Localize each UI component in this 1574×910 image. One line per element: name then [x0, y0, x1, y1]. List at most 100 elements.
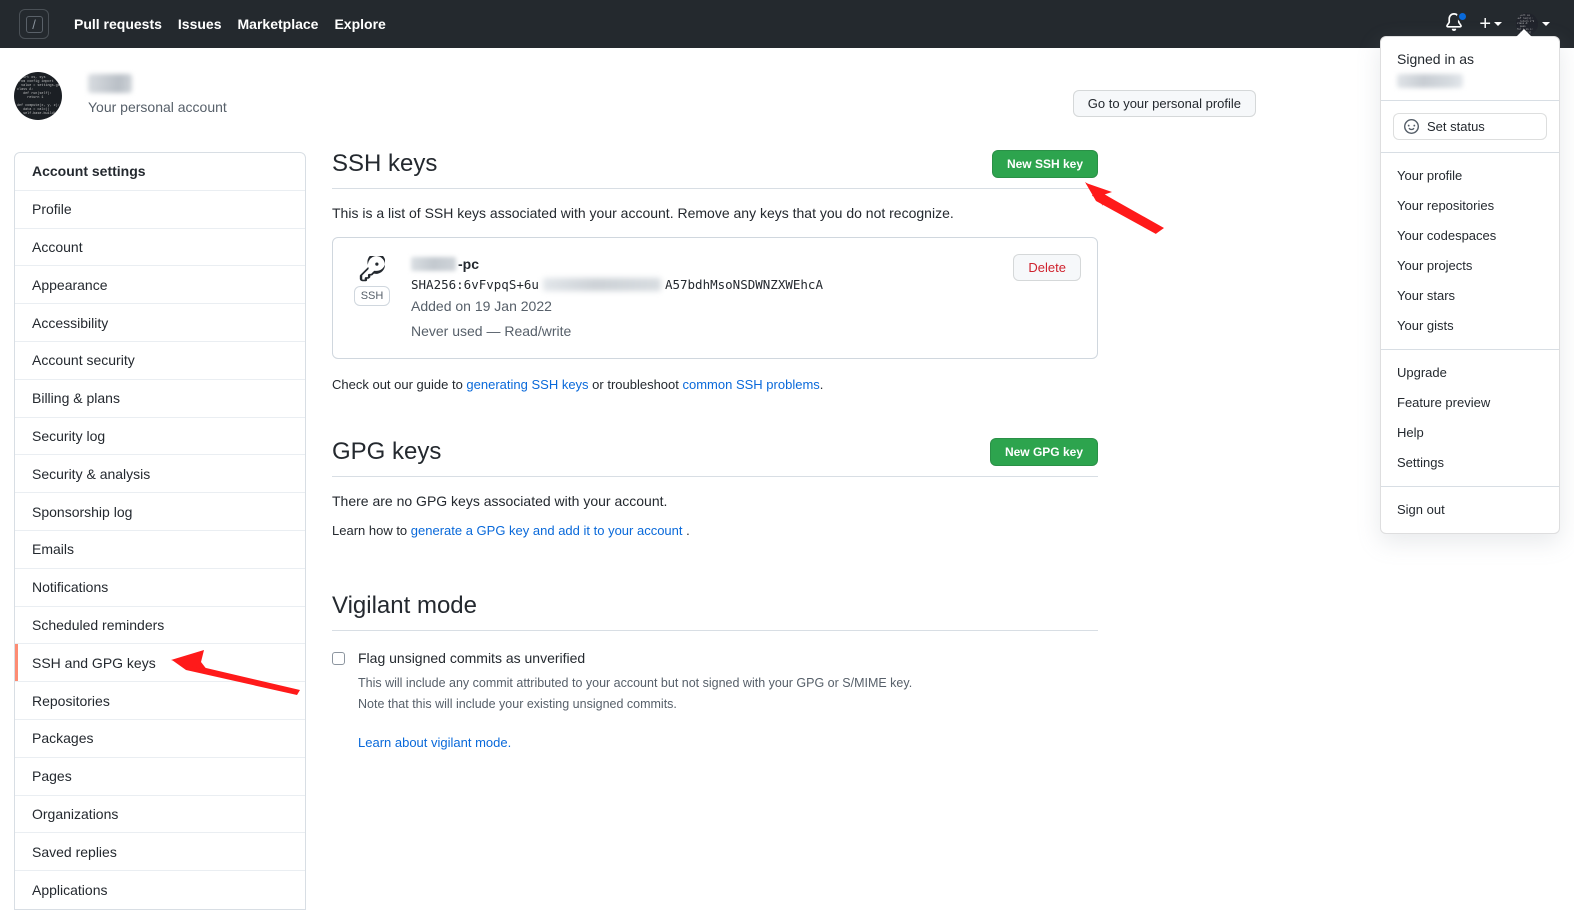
gpg-keys-section: GPG keys New GPG key There are no GPG ke…: [332, 436, 1098, 538]
fingerprint-redacted: [542, 278, 661, 291]
vigilant-mode-title: Vigilant mode: [332, 592, 477, 619]
dropdown-your-gists[interactable]: Your gists: [1381, 311, 1559, 341]
gpg-keys-section-header: GPG keys New GPG key: [332, 436, 1098, 477]
ssh-key-added-date: Added on 19 Jan 2022: [411, 298, 552, 314]
sidebar-item-emails[interactable]: Emails: [15, 531, 305, 569]
ssh-keys-description: This is a list of SSH keys associated wi…: [332, 205, 954, 221]
sidebar-item-sponsorship-log[interactable]: Sponsorship log: [15, 493, 305, 531]
ssh-badge: SSH: [353, 286, 391, 306]
sidebar-item-account[interactable]: Account: [15, 229, 305, 267]
vigilant-mode-sub-line1: This will include any commit attributed …: [358, 676, 913, 690]
sidebar-item-applications[interactable]: Applications: [15, 871, 305, 909]
dropdown-your-stars[interactable]: Your stars: [1381, 281, 1559, 311]
header-actions: + import os def run(x): return x*2 class…: [1445, 11, 1558, 35]
search-shortcut-box[interactable]: /: [19, 9, 49, 39]
dropdown-your-codespaces[interactable]: Your codespaces: [1381, 221, 1559, 251]
nav-explore[interactable]: Explore: [334, 16, 385, 32]
ssh-key-usage: Never used — Read/write: [411, 323, 572, 339]
sidebar-item-notifications[interactable]: Notifications: [15, 569, 305, 607]
generating-ssh-keys-link[interactable]: generating SSH keys: [466, 377, 588, 392]
ssh-key-details: -pc SHA256:6vFvpqS+6u A57bdhMsoNSDWNZXWEh…: [411, 254, 1013, 342]
username-redacted: [88, 74, 132, 93]
delete-ssh-key-button[interactable]: Delete: [1013, 254, 1081, 281]
profile-meta: Your personal account: [88, 72, 227, 115]
sidebar-item-security-analysis[interactable]: Security & analysis: [15, 455, 305, 494]
account-dropdown-menu: Signed in as Set status Your profile You…: [1380, 36, 1560, 534]
go-to-personal-profile-button[interactable]: Go to your personal profile: [1072, 90, 1256, 117]
vigilant-mode-section: Vigilant mode Flag unsigned commits as u…: [332, 590, 1098, 750]
common-ssh-problems-link[interactable]: common SSH problems: [683, 377, 820, 392]
key-icon: [359, 256, 385, 282]
sidebar-item-saved-replies[interactable]: Saved replies: [15, 833, 305, 872]
chevron-down-icon: [1542, 22, 1550, 26]
nav-marketplace[interactable]: Marketplace: [238, 16, 319, 32]
fingerprint-suffix: A57bdhMsoNSDWNZXWEhcA: [664, 277, 823, 292]
chevron-down-icon: [1494, 22, 1502, 26]
set-status-button[interactable]: Set status: [1393, 113, 1547, 140]
sidebar-heading: Account settings: [15, 153, 305, 191]
top-header-bar: / Pull requests Issues Marketplace Explo…: [0, 0, 1574, 48]
dropdown-help[interactable]: Help: [1381, 418, 1559, 448]
dropdown-signout-section: Sign out: [1381, 487, 1559, 533]
flag-unsigned-commits-checkbox[interactable]: [332, 652, 345, 665]
sidebar-item-profile[interactable]: Profile: [15, 191, 305, 229]
dropdown-upgrade[interactable]: Upgrade: [1381, 358, 1559, 388]
ssh-key-name-suffix: -pc: [458, 256, 479, 272]
dropdown-your-projects[interactable]: Your projects: [1381, 251, 1559, 281]
sidebar-item-organizations[interactable]: Organizations: [15, 796, 305, 834]
dropdown-signed-in-section: Signed in as: [1381, 37, 1559, 101]
ssh-keys-help-note: Check out our guide to generating SSH ke…: [332, 377, 1098, 392]
personal-account-label: Your personal account: [88, 99, 227, 115]
avatar-code-texture: import os, sys from config import * valu…: [17, 76, 62, 116]
dropdown-settings[interactable]: Settings: [1381, 448, 1559, 478]
create-new-button[interactable]: +: [1479, 13, 1502, 35]
signed-in-username-redacted: [1397, 74, 1463, 88]
plus-icon: +: [1479, 13, 1491, 35]
notification-indicator-dot: [1457, 11, 1469, 22]
new-ssh-key-button[interactable]: New SSH key: [991, 150, 1098, 178]
dropdown-your-profile[interactable]: Your profile: [1381, 161, 1559, 191]
main-content: SSH keys New SSH key This is a list of S…: [332, 148, 1098, 750]
vigilant-mode-texts: Flag unsigned commits as unverified This…: [358, 649, 912, 750]
nav-issues[interactable]: Issues: [178, 16, 222, 32]
ssh-key-name: -pc: [411, 254, 1013, 274]
set-status-label: Set status: [1427, 119, 1485, 134]
sidebar-item-pages[interactable]: Pages: [15, 758, 305, 796]
dropdown-status-section: Set status: [1381, 101, 1559, 153]
ssh-key-name-redacted: [411, 257, 456, 271]
note-prefix: Check out our guide to: [332, 377, 467, 392]
generate-gpg-key-link[interactable]: generate a GPG key and add it to your ac…: [411, 523, 683, 538]
sidebar-item-repositories[interactable]: Repositories: [15, 682, 305, 720]
sidebar-item-account-security[interactable]: Account security: [15, 342, 305, 380]
settings-sidebar: Account settings Profile Account Appeara…: [14, 152, 306, 910]
ssh-keys-section-header: SSH keys New SSH key: [332, 148, 1098, 189]
gpg-learn-prefix: Learn how to: [332, 523, 411, 538]
flag-unsigned-commits-label: Flag unsigned commits as unverified: [358, 650, 586, 666]
smiley-icon: [1404, 119, 1419, 134]
dropdown-feature-preview[interactable]: Feature preview: [1381, 388, 1559, 418]
dropdown-sign-out[interactable]: Sign out: [1381, 495, 1559, 525]
sidebar-item-billing-plans[interactable]: Billing & plans: [15, 380, 305, 418]
ssh-key-icon-column: SSH: [349, 254, 395, 306]
vigilant-mode-option-row: Flag unsigned commits as unverified This…: [332, 649, 1098, 750]
note-suffix: .: [819, 377, 824, 392]
sidebar-item-scheduled-reminders[interactable]: Scheduled reminders: [15, 607, 305, 645]
gpg-keys-empty-text: There are no GPG keys associated with yo…: [332, 493, 668, 509]
nav-pull-requests[interactable]: Pull requests: [74, 16, 162, 32]
sidebar-item-packages[interactable]: Packages: [15, 720, 305, 758]
sidebar-item-accessibility[interactable]: Accessibility: [15, 304, 305, 342]
learn-about-vigilant-mode-link[interactable]: Learn about vigilant mode.: [358, 735, 511, 750]
vigilant-mode-section-header: Vigilant mode: [332, 590, 1098, 631]
slash-key-icon: /: [25, 15, 43, 33]
notifications-button[interactable]: [1445, 11, 1469, 35]
fingerprint-prefix: SHA256:6vFvpqS+6u: [411, 277, 539, 292]
ssh-key-fingerprint: SHA256:6vFvpqS+6u A57bdhMsoNSDWNZXWEhcA: [411, 277, 1013, 292]
gpg-keys-learn-note: Learn how to generate a GPG key and add …: [332, 523, 1098, 538]
gpg-keys-title: GPG keys: [332, 438, 442, 465]
sidebar-item-security-log[interactable]: Security log: [15, 418, 305, 456]
avatar-large[interactable]: import os, sys from config import * valu…: [14, 72, 62, 120]
new-gpg-key-button[interactable]: New GPG key: [989, 438, 1098, 466]
dropdown-your-repositories[interactable]: Your repositories: [1381, 191, 1559, 221]
sidebar-item-ssh-and-gpg-keys[interactable]: SSH and GPG keys: [15, 644, 305, 683]
sidebar-item-appearance[interactable]: Appearance: [15, 266, 305, 305]
